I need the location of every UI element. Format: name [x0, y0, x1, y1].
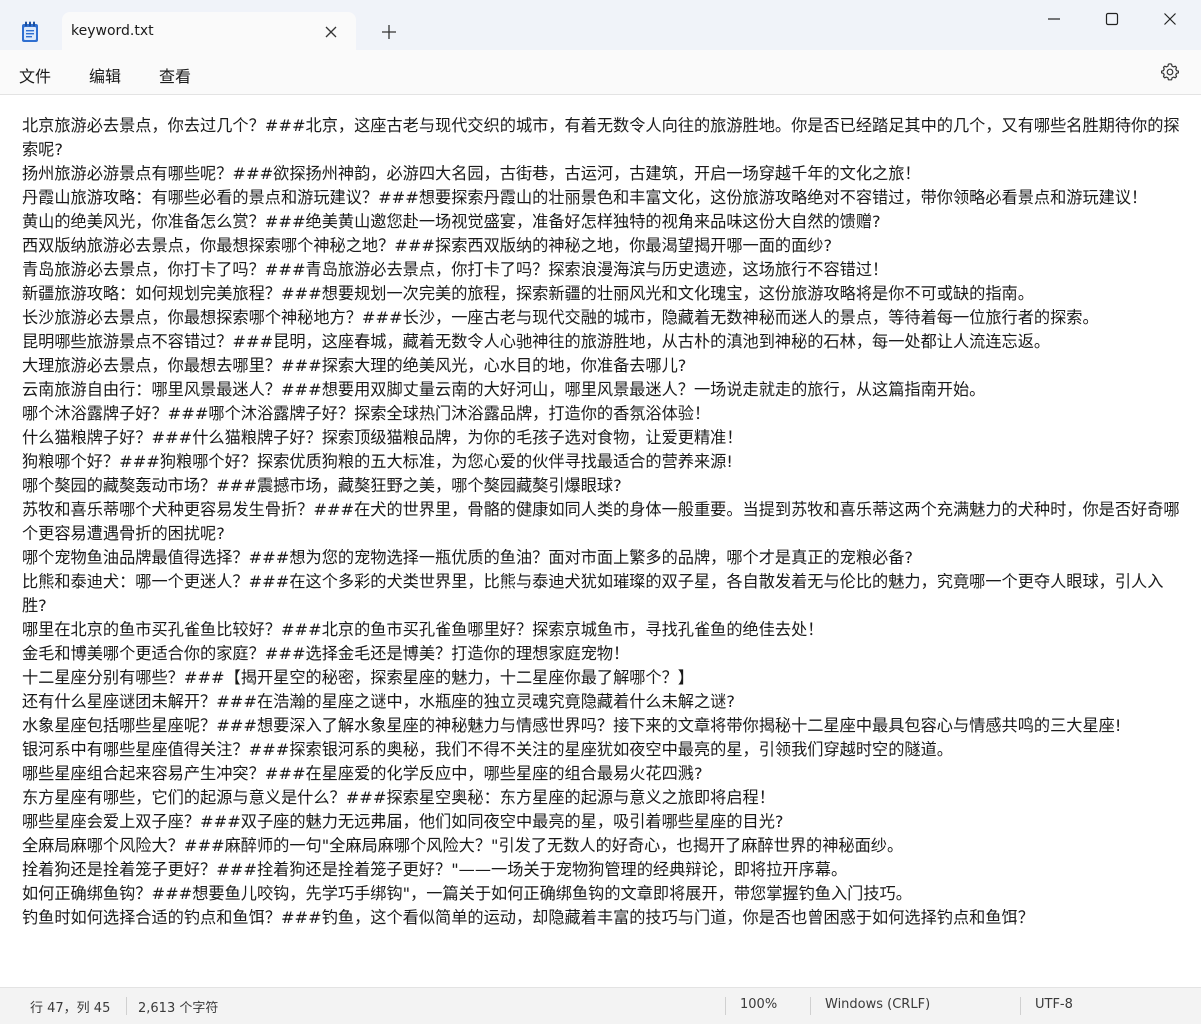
status-bar: 行 47，列 45 2,613 个字符 100% Windows (CRLF) …: [0, 987, 1201, 1024]
text-line[interactable]: 拴着狗还是拴着笼子更好？###拴着狗还是拴着笼子更好？"——一场关于宠物狗管理的…: [22, 858, 1180, 882]
text-line[interactable]: 狗粮哪个好？###狗粮哪个好？探索优质狗粮的五大标准，为您心爱的伙伴寻找最适合的…: [22, 450, 1180, 474]
text-line[interactable]: 比熊和泰迪犬：哪一个更迷人？###在这个多彩的犬类世界里，比熊与泰迪犬犹如璀璨的…: [22, 570, 1180, 618]
text-line[interactable]: 全麻局麻哪个风险大？###麻醉师的一句"全麻局麻哪个风险大？"引发了无数人的好奇…: [22, 834, 1180, 858]
text-editor[interactable]: 北京旅游必去景点，你去过几个？###北京，这座古老与现代交织的城市，有着无数令人…: [0, 95, 1201, 987]
text-line[interactable]: 水象星座包括哪些星座呢？###想要深入了解水象星座的神秘魅力与情感世界吗？接下来…: [22, 714, 1180, 738]
tab-title: keyword.txt: [71, 23, 154, 39]
status-divider: [1020, 997, 1021, 1015]
status-divider: [810, 997, 811, 1015]
text-line[interactable]: 东方星座有哪些，它们的起源与意义是什么？###探索星空奥秘：东方星座的起源与意义…: [22, 786, 1180, 810]
line-ending[interactable]: Windows (CRLF): [825, 997, 930, 1012]
plus-icon[interactable]: [381, 24, 397, 40]
text-line[interactable]: 哪些星座组合起来容易产生冲突？###在星座爱的化学反应中，哪些星座的组合最易火花…: [22, 762, 1180, 786]
notepad-window: keyword.txt 文件 编辑 查看 北京旅游必去景点，你去过几个？###北…: [0, 0, 1201, 1024]
editor-content[interactable]: 北京旅游必去景点，你去过几个？###北京，这座古老与现代交织的城市，有着无数令人…: [22, 114, 1180, 930]
title-bar: keyword.txt: [0, 0, 1201, 50]
status-divider: [126, 997, 127, 1015]
text-line[interactable]: 十二星座分别有哪些？###【揭开星空的秘密，探索星座的魅力，十二星座你最了解哪个…: [22, 666, 1180, 690]
text-line[interactable]: 北京旅游必去景点，你去过几个？###北京，这座古老与现代交织的城市，有着无数令人…: [22, 114, 1180, 162]
text-line[interactable]: 云南旅游自由行：哪里风景最迷人？###想要用双脚丈量云南的大好河山，哪里风景最迷…: [22, 378, 1180, 402]
text-line[interactable]: 哪里在北京的鱼市买孔雀鱼比较好？###北京的鱼市买孔雀鱼哪里好？探索京城鱼市，寻…: [22, 618, 1180, 642]
text-line[interactable]: 哪个沐浴露牌子好？###哪个沐浴露牌子好？探索全球热门沐浴露品牌，打造你的香氛浴…: [22, 402, 1180, 426]
close-icon[interactable]: [324, 24, 338, 38]
text-line[interactable]: 如何正确绑鱼钩？###想要鱼儿咬钩，先学巧手绑钩"，一篇关于如何正确绑鱼钩的文章…: [22, 882, 1180, 906]
text-line[interactable]: 钓鱼时如何选择合适的钓点和鱼饵？###钓鱼，这个看似简单的运动，却隐藏着丰富的技…: [22, 906, 1180, 930]
character-count: 2,613 个字符: [138, 1001, 219, 1016]
minimize-icon[interactable]: [1025, 0, 1083, 38]
text-line[interactable]: 西双版纳旅游必去景点，你最想探索哪个神秘之地？###探索西双版纳的神秘之地，你最…: [22, 234, 1180, 258]
text-line[interactable]: 黄山的绝美风光，你准备怎么赏？###绝美黄山邀您赴一场视觉盛宴，准备好怎样独特的…: [22, 210, 1180, 234]
text-line[interactable]: 苏牧和喜乐蒂哪个犬种更容易发生骨折？###在犬的世界里，骨骼的健康如同人类的身体…: [22, 498, 1180, 546]
text-line[interactable]: 丹霞山旅游攻略：有哪些必看的景点和游玩建议？###想要探索丹霞山的壮丽景色和丰富…: [22, 186, 1180, 210]
text-line[interactable]: 什么猫粮牌子好？###什么猫粮牌子好？探索顶级猫粮品牌，为你的毛孩子选对食物，让…: [22, 426, 1180, 450]
menu-edit[interactable]: 编辑: [89, 63, 121, 87]
gear-icon[interactable]: [1160, 62, 1180, 82]
cursor-position: 行 47，列 45: [30, 1001, 111, 1016]
zoom-level[interactable]: 100%: [740, 997, 777, 1012]
text-line[interactable]: 哪些星座会爱上双子座？###双子座的魅力无远弗届，他们如同夜空中最亮的星，吸引着…: [22, 810, 1180, 834]
text-line[interactable]: 银河系中有哪些星座值得关注？###探索银河系的奥秘，我们不得不关注的星座犹如夜空…: [22, 738, 1180, 762]
menu-view[interactable]: 查看: [159, 63, 191, 87]
maximize-icon[interactable]: [1083, 0, 1141, 38]
tab-keyword-txt[interactable]: keyword.txt: [62, 12, 356, 50]
status-divider: [725, 997, 726, 1015]
text-line[interactable]: 长沙旅游必去景点，你最想探索哪个神秘地方？###长沙，一座古老与现代交融的城市，…: [22, 306, 1180, 330]
menu-file[interactable]: 文件: [19, 63, 51, 87]
text-line[interactable]: 金毛和博美哪个更适合你的家庭？###选择金毛还是博美？打造你的理想家庭宠物！: [22, 642, 1180, 666]
text-line[interactable]: 扬州旅游必游景点有哪些呢？###欲探扬州神韵，必游四大名园，古街巷，古运河，古建…: [22, 162, 1180, 186]
text-line[interactable]: 新疆旅游攻略：如何规划完美旅程？###想要规划一次完美的旅程，探索新疆的壮丽风光…: [22, 282, 1180, 306]
menu-bar: 文件 编辑 查看: [0, 50, 1201, 95]
notepad-icon: [21, 21, 39, 43]
close-icon[interactable]: [1141, 0, 1199, 38]
encoding[interactable]: UTF-8: [1035, 997, 1073, 1012]
text-line[interactable]: 青岛旅游必去景点，你打卡了吗？###青岛旅游必去景点，你打卡了吗？探索浪漫海滨与…: [22, 258, 1180, 282]
text-line[interactable]: 大理旅游必去景点，你最想去哪里？###探索大理的绝美风光，心水目的地，你准备去哪…: [22, 354, 1180, 378]
text-line[interactable]: 哪个獒园的藏獒轰动市场？###震撼市场，藏獒狂野之美，哪个獒园藏獒引爆眼球?: [22, 474, 1180, 498]
text-line[interactable]: 昆明哪些旅游景点不容错过？###昆明，这座春城，藏着无数令人心驰神往的旅游胜地，…: [22, 330, 1180, 354]
text-line[interactable]: 哪个宠物鱼油品牌最值得选择？###想为您的宠物选择一瓶优质的鱼油？面对市面上繁多…: [22, 546, 1180, 570]
text-line[interactable]: 还有什么星座谜团未解开？###在浩瀚的星座之谜中，水瓶座的独立灵魂究竟隐藏着什么…: [22, 690, 1180, 714]
